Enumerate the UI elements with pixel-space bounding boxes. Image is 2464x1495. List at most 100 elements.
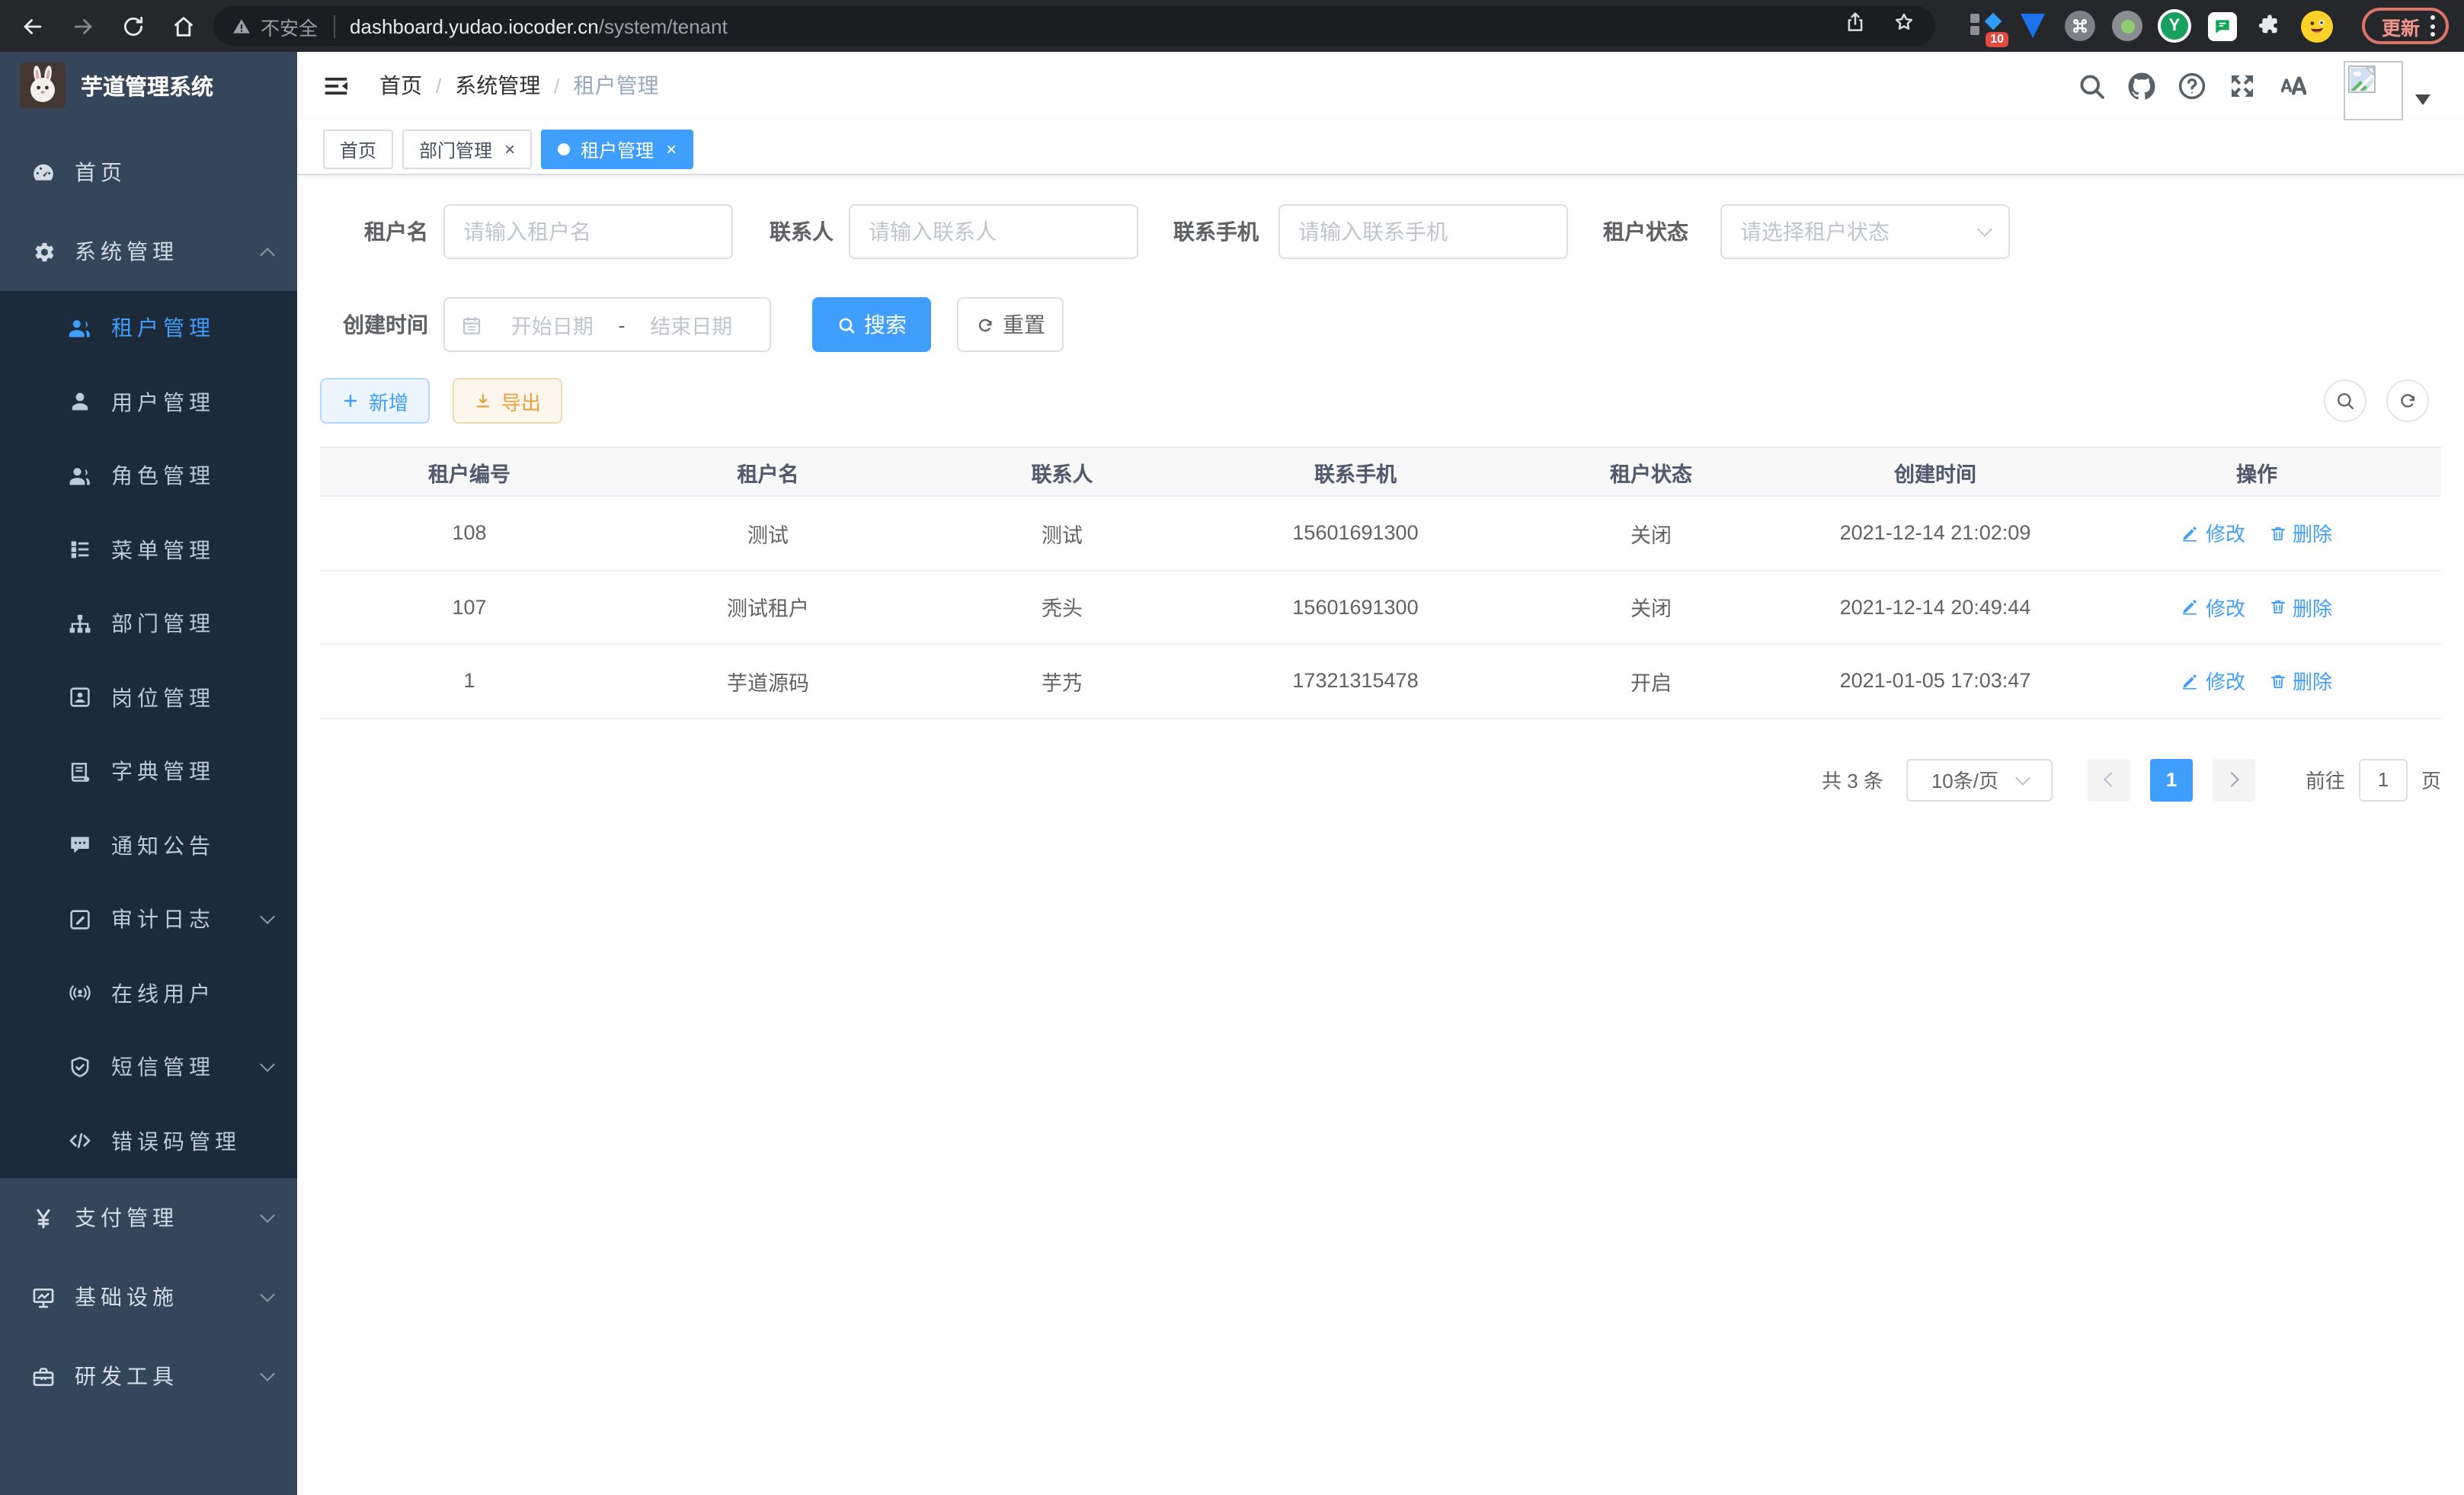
contact-input[interactable]	[849, 204, 1138, 259]
sidebar-item-12[interactable]: 短信管理	[0, 1030, 297, 1104]
sidebar-fold-icon[interactable]	[322, 71, 350, 100]
sidebar-item-label: 首页	[75, 157, 273, 187]
back-icon[interactable]	[14, 8, 50, 44]
font-size-icon[interactable]	[2277, 69, 2309, 101]
y-extension-icon[interactable]: Y	[2158, 9, 2191, 43]
table-body: 108测试测试15601691300关闭2021-12-14 21:02:09修…	[320, 497, 2441, 719]
tenant-name-label: 租户名	[325, 216, 428, 247]
sidebar-item-0[interactable]: 首页	[0, 133, 297, 212]
tag-tab-2[interactable]: 租户管理	[541, 130, 693, 169]
breadcrumb-item-0[interactable]: 首页	[379, 70, 422, 101]
app-logo[interactable]: 芋道管理系统	[0, 52, 297, 119]
table-row: 108测试测试15601691300关闭2021-12-14 21:02:09修…	[320, 497, 2441, 571]
status-select[interactable]: 请选择租户状态	[1720, 204, 2010, 259]
kite-extension-icon[interactable]	[2016, 9, 2050, 43]
share-icon[interactable]	[1844, 11, 1867, 41]
avatar-caret-icon[interactable]	[2415, 94, 2430, 113]
cell-status: 开启	[1504, 666, 1798, 696]
search-icon[interactable]	[2075, 69, 2107, 101]
delete-button[interactable]: 删除	[2268, 593, 2332, 622]
sidebar-item-5[interactable]: 菜单管理	[0, 513, 297, 587]
edit-button[interactable]: 修改	[2181, 593, 2245, 622]
close-icon[interactable]	[666, 140, 677, 158]
fullscreen-icon[interactable]	[2226, 69, 2258, 101]
edit-button[interactable]: 修改	[2181, 667, 2245, 696]
emoji-extension-icon[interactable]	[2299, 9, 2333, 43]
tenant-users-icon	[67, 315, 93, 341]
prev-page-button[interactable]	[2088, 758, 2130, 801]
cell-actions: 修改删除	[2072, 519, 2441, 548]
date-range-picker[interactable]: 开始日期 - 结束日期	[443, 297, 771, 352]
help-icon[interactable]	[2176, 69, 2208, 101]
tenant-name-input[interactable]	[443, 204, 733, 259]
sidebar-item-label: 通知公告	[111, 831, 273, 861]
command-extension-icon[interactable]	[2063, 9, 2097, 43]
chat-extension-icon[interactable]	[2205, 9, 2238, 43]
sidebar-item-14[interactable]: 支付管理	[0, 1178, 297, 1257]
sidebar-item-1[interactable]: 系统管理	[0, 212, 297, 291]
online-users-icon	[67, 981, 93, 1007]
chevron-down-icon	[260, 1365, 275, 1381]
export-button[interactable]: 导出	[453, 378, 562, 424]
goto-page-input[interactable]	[2359, 758, 2408, 801]
sidebar-item-16[interactable]: 研发工具	[0, 1337, 297, 1416]
chevron-down-icon	[260, 1057, 275, 1072]
sidebar-item-3[interactable]: 用户管理	[0, 365, 297, 439]
add-button[interactable]: 新增	[320, 378, 430, 424]
reload-icon[interactable]	[114, 8, 151, 44]
sidebar-item-8[interactable]: 字典管理	[0, 735, 297, 808]
puzzle-extensions-icon[interactable]	[2252, 9, 2286, 43]
table-row: 1芋道源码芋艿17321315478开启2021-01-05 17:03:47修…	[320, 645, 2441, 719]
security-label: 不安全	[261, 11, 318, 40]
close-icon[interactable]	[504, 140, 515, 158]
bookmark-star-icon[interactable]	[1893, 11, 1915, 41]
next-page-button[interactable]	[2213, 758, 2255, 801]
tag-tab-1[interactable]: 部门管理	[402, 130, 532, 169]
current-page-button[interactable]: 1	[2150, 758, 2193, 801]
address-bar[interactable]: 不安全 dashboard.yudao.iocoder.cn/system/te…	[213, 6, 1935, 46]
delete-button[interactable]: 删除	[2268, 519, 2332, 548]
search-button[interactable]: 搜索	[812, 297, 931, 352]
add-button-label: 新增	[369, 386, 408, 415]
sidebar-item-10[interactable]: 审计日志	[0, 882, 297, 956]
sidebar-item-label: 在线用户	[111, 978, 273, 1009]
sidebar-item-9[interactable]: 通知公告	[0, 808, 297, 882]
browser-menu-icon[interactable]	[2430, 15, 2435, 37]
delete-button[interactable]: 删除	[2268, 667, 2332, 696]
sidebar-item-7[interactable]: 岗位管理	[0, 661, 297, 735]
tag-tab-0[interactable]: 首页	[323, 130, 393, 169]
export-button-label: 导出	[501, 386, 541, 415]
url-path: /system/tenant	[599, 14, 728, 37]
refresh-table-button[interactable]	[2386, 379, 2429, 422]
cell-mobile: 17321315478	[1207, 670, 1504, 693]
sidebar-item-11[interactable]: 在线用户	[0, 956, 297, 1030]
recorder-extension-icon[interactable]	[2110, 9, 2144, 43]
tab-label: 租户管理	[581, 136, 654, 162]
sidebar-item-label: 菜单管理	[111, 535, 273, 565]
browser-update-button[interactable]: 更新	[2362, 8, 2449, 44]
edit-button[interactable]: 修改	[2181, 519, 2245, 548]
sidebar: 芋道管理系统 首页系统管理租户管理用户管理角色管理菜单管理部门管理岗位管理字典管…	[0, 52, 297, 1495]
mobile-input[interactable]	[1278, 204, 1568, 259]
sidebar-item-4[interactable]: 角色管理	[0, 439, 297, 513]
chevron-up-icon	[260, 247, 275, 262]
sidebar-item-2[interactable]: 租户管理	[0, 291, 297, 365]
cell-actions: 修改删除	[2072, 667, 2441, 696]
breadcrumb-item-1[interactable]: 系统管理	[455, 70, 540, 101]
table-row: 107测试租户秃头15601691300关闭2021-12-14 20:49:4…	[320, 571, 2441, 645]
pagination: 共 3 条 10条/页 1 前往 页	[320, 758, 2441, 801]
sidebar-item-13[interactable]: 错误码管理	[0, 1104, 297, 1178]
sidebar-item-6[interactable]: 部门管理	[0, 587, 297, 661]
pinned-extension-icon[interactable]: 10	[1969, 9, 2002, 43]
home-icon[interactable]	[165, 8, 201, 44]
github-icon[interactable]	[2126, 69, 2158, 101]
goto-label: 前往	[2306, 765, 2345, 794]
forward-icon[interactable]	[64, 8, 101, 44]
page-size-select[interactable]: 10条/页	[1906, 758, 2053, 801]
show-search-toggle-button[interactable]	[2324, 379, 2366, 422]
cell-name: 测试租户	[619, 592, 917, 623]
reset-button[interactable]: 重置	[957, 297, 1064, 352]
avatar[interactable]	[2344, 61, 2403, 120]
url-host: dashboard.yudao.iocoder.cn	[350, 14, 599, 37]
sidebar-item-15[interactable]: 基础设施	[0, 1257, 297, 1337]
